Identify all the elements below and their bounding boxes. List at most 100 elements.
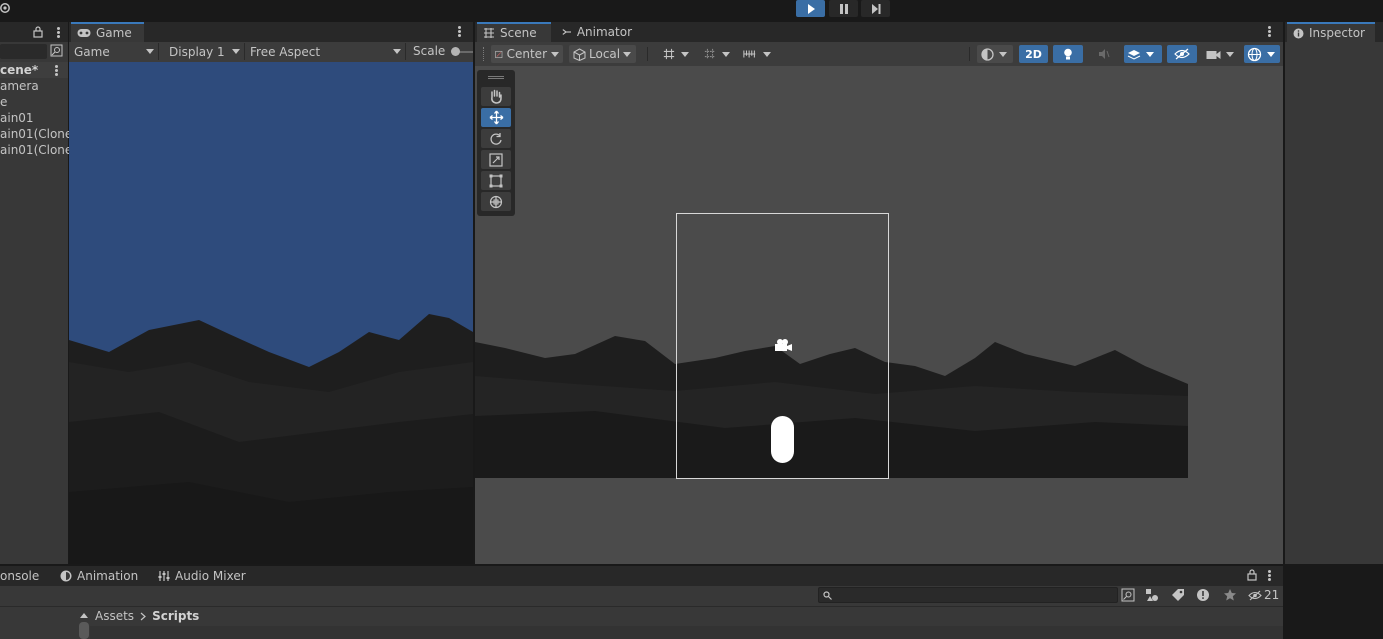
audio-toggle[interactable] <box>1089 45 1119 63</box>
inspector-panel <box>1285 22 1383 564</box>
hierarchy-item[interactable]: e <box>0 95 7 109</box>
hierarchy-item[interactable]: ain01 <box>0 111 34 125</box>
hierarchy-panel: cene* amera e ain01 ain01(Clone) ain01(C… <box>0 22 77 564</box>
step-button[interactable] <box>861 0 890 17</box>
hierarchy-item[interactable]: ain01(Clone) <box>0 127 77 141</box>
chevron-down-icon <box>1267 51 1275 57</box>
lock-icon[interactable] <box>1247 569 1257 581</box>
animation-icon <box>60 570 72 582</box>
transform-tool-button[interactable] <box>481 192 511 211</box>
hidden-count: 21 <box>1264 588 1280 602</box>
lock-icon[interactable] <box>33 26 43 38</box>
camera-gizmo-icon[interactable] <box>773 338 793 353</box>
draw-mode-dropdown[interactable] <box>977 45 1013 63</box>
tab-inspector-label: Inspector <box>1309 26 1365 40</box>
tools-grip[interactable] <box>488 76 504 79</box>
game-menu-icon[interactable] <box>458 26 461 37</box>
hierarchy-menu-icon[interactable] <box>57 27 60 38</box>
mixer-icon <box>158 571 170 581</box>
tab-animator-label: Animator <box>576 25 632 39</box>
warning-filter-icon[interactable] <box>1196 588 1210 602</box>
folder-tree-scroll-up-icon[interactable] <box>80 609 88 618</box>
folder-tree-scrollbar[interactable] <box>79 622 89 639</box>
scene-menu-icon[interactable] <box>1268 26 1271 37</box>
grid-snap-button[interactable] <box>659 45 693 63</box>
project-menu-icon[interactable] <box>1268 570 1271 581</box>
favorite-star-icon[interactable] <box>1223 588 1237 602</box>
tab-scene-label: Scene <box>500 26 537 40</box>
tab-scene[interactable]: Scene <box>477 22 551 42</box>
play-icon <box>807 3 815 14</box>
lighting-toggle[interactable] <box>1053 45 1083 63</box>
main-toolbar <box>0 0 1383 18</box>
rotate-icon <box>490 132 502 145</box>
mode-2d-toggle[interactable]: 2D <box>1019 45 1048 63</box>
breadcrumb: Assets Scripts <box>95 608 199 624</box>
search-by-type-icon[interactable] <box>50 44 63 57</box>
tab-animation[interactable]: Animation <box>54 566 144 586</box>
eye-slash-icon <box>1248 590 1262 600</box>
toolbar-separator <box>647 47 648 61</box>
breadcrumb-scripts[interactable]: Scripts <box>152 609 199 623</box>
step-icon <box>871 3 880 14</box>
chevron-down-icon <box>232 49 240 54</box>
layers-icon <box>1127 50 1141 60</box>
grid-icon <box>484 28 494 38</box>
label-tag-icon[interactable] <box>1171 588 1185 602</box>
breadcrumb-assets[interactable]: Assets <box>95 609 134 623</box>
pause-icon <box>839 3 848 14</box>
tab-inspector[interactable]: Inspector <box>1287 22 1375 42</box>
chevron-down-icon <box>393 49 401 54</box>
aspect-dropdown[interactable]: Free Aspect <box>246 43 406 60</box>
tab-audio-mixer[interactable]: Audio Mixer <box>152 566 252 586</box>
space-dropdown[interactable]: Local <box>569 45 636 63</box>
project-content-area <box>90 626 1283 639</box>
rotate-tool-button[interactable] <box>481 129 511 148</box>
scale-tool-button[interactable] <box>481 150 511 169</box>
rect-tool-button[interactable] <box>481 171 511 190</box>
pause-button[interactable] <box>829 0 858 17</box>
scene-toolbar: Center Local 2D <box>475 42 1283 66</box>
gamepad-icon <box>77 29 91 37</box>
game-viewport[interactable] <box>69 62 473 564</box>
hierarchy-search-input[interactable] <box>0 44 47 59</box>
game-view-dropdown[interactable]: Game <box>71 43 159 60</box>
scene-menu-icon[interactable] <box>55 65 58 76</box>
tab-console[interactable]: onsole <box>0 566 45 586</box>
tab-game[interactable]: Game <box>71 22 144 42</box>
game-view-label: Game <box>74 44 110 59</box>
hierarchy-item[interactable]: ain01(Clone) <box>0 143 77 157</box>
shading-icon <box>981 47 994 61</box>
eye-slash-icon <box>1174 48 1190 60</box>
ruler-icon <box>743 50 756 58</box>
scene-viewport[interactable] <box>475 66 1283 564</box>
scene-header-row[interactable]: cene* <box>0 62 68 78</box>
tab-audio-mixer-label: Audio Mixer <box>175 569 246 583</box>
filter-type-icon[interactable] <box>1145 588 1159 602</box>
grip-icon <box>483 47 485 61</box>
pivot-dropdown[interactable]: Center <box>491 45 563 63</box>
hierarchy-item[interactable]: amera <box>0 79 39 93</box>
display-dropdown[interactable]: Display 1 <box>165 43 245 60</box>
chevron-down-icon <box>763 51 771 57</box>
hidden-objects-toggle[interactable] <box>1167 45 1197 63</box>
ruler-button[interactable] <box>739 45 775 63</box>
hidden-packages-toggle[interactable]: 21 <box>1248 588 1280 602</box>
tab-animator[interactable]: Animator <box>556 22 638 42</box>
effects-toggle[interactable] <box>1124 45 1162 63</box>
gizmos-dropdown[interactable] <box>1244 45 1280 63</box>
chevron-down-icon <box>722 51 730 57</box>
player-capsule[interactable] <box>771 416 794 463</box>
project-search-input[interactable] <box>818 587 1118 603</box>
move-tool-button[interactable] <box>481 108 511 127</box>
play-button[interactable] <box>796 0 825 17</box>
scale-slider-handle[interactable] <box>451 47 460 56</box>
search-by-type-icon[interactable] <box>1121 588 1135 602</box>
camera-dropdown[interactable] <box>1202 45 1238 63</box>
chevron-down-icon <box>623 51 632 57</box>
scale-label: Scale <box>413 44 446 58</box>
settings-icon[interactable] <box>0 1 12 15</box>
hand-tool-button[interactable] <box>481 87 511 106</box>
increment-snap-button[interactable] <box>700 45 734 63</box>
project-toolbar-divider <box>0 606 1283 607</box>
